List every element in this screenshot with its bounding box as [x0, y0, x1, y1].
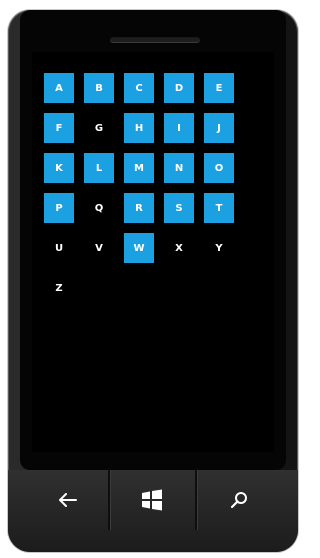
letter-tile-l[interactable]: L — [84, 153, 114, 183]
letter-tile-e[interactable]: E — [204, 73, 234, 103]
screen: ABCDE F G HIJ KLMNO P Q RST U V W X Y Z — [32, 52, 274, 452]
back-button[interactable] — [48, 480, 88, 520]
letter-tile-q: Q — [94, 202, 104, 214]
letter-tile-i[interactable]: I — [164, 113, 194, 143]
letter-tile-h[interactable]: H — [124, 113, 154, 143]
letter-tile-d[interactable]: D — [164, 73, 194, 103]
letter-tile-c[interactable]: C — [124, 73, 154, 103]
letter-tile-u: U — [54, 242, 64, 254]
letter-tile-s[interactable]: S — [164, 193, 194, 223]
earpiece-speaker — [110, 36, 200, 42]
button-divider — [108, 470, 110, 530]
letter-tile-b[interactable]: B — [84, 73, 114, 103]
back-arrow-icon — [59, 493, 77, 507]
letter-tile-a[interactable]: A — [44, 73, 74, 103]
letter-tile-w[interactable]: W — [124, 233, 154, 263]
letter-tile-o[interactable]: O — [204, 153, 234, 183]
letter-tile-n[interactable]: N — [164, 153, 194, 183]
letter-tile-f[interactable]: F — [44, 113, 74, 143]
windows-start-icon — [142, 489, 162, 511]
letter-tile-g: G — [94, 122, 104, 134]
search-button[interactable] — [219, 480, 259, 520]
letter-tile-v: V — [95, 242, 103, 254]
letter-tile-y: Y — [215, 242, 223, 254]
letter-tile-j[interactable]: J — [204, 113, 234, 143]
letter-tile-t[interactable]: T — [204, 193, 234, 223]
letter-tile-m[interactable]: M — [124, 153, 154, 183]
letter-tile-x: X — [175, 242, 183, 254]
button-divider — [195, 470, 197, 530]
letter-tile-p[interactable]: P — [44, 193, 74, 223]
letter-tile-z: Z — [55, 282, 63, 294]
letter-tile-k[interactable]: K — [44, 153, 74, 183]
letter-tile-r[interactable]: R — [124, 193, 154, 223]
search-icon — [230, 492, 247, 509]
start-button[interactable] — [132, 480, 172, 520]
